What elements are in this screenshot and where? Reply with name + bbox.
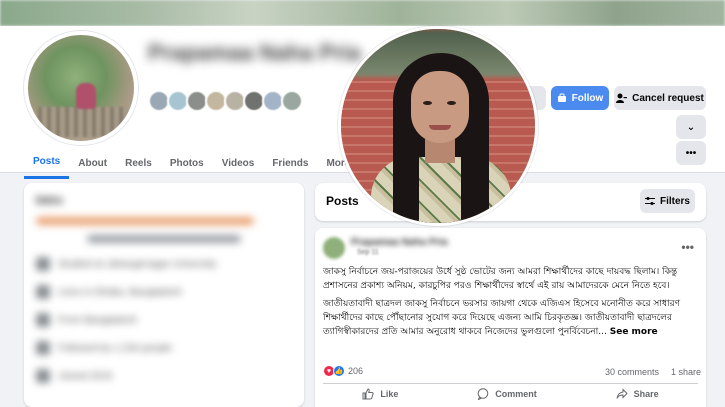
follow-button[interactable]: Follow: [551, 86, 609, 110]
like-reaction-icon: 👍: [333, 365, 345, 377]
more-dots-icon: •••: [685, 147, 697, 159]
share-button[interactable]: Share: [616, 388, 659, 400]
intro-row-text: Joined 2015: [58, 370, 113, 382]
post-author-avatar[interactable]: [323, 237, 345, 259]
person-remove-icon: [616, 93, 628, 103]
profile-name[interactable]: Prapamaa Naha Pria: [148, 40, 361, 66]
post-options-icon[interactable]: •••: [681, 240, 694, 254]
post-body: জাকসু নির্বাচনে জয়-পরাজয়ের উর্ধে সুষ্ঠ…: [323, 265, 701, 343]
portrait-clothing: [371, 157, 511, 223]
portrait-mouth: [429, 125, 451, 130]
intro-heading: Intro: [36, 193, 63, 207]
reaction-summary[interactable]: ♥ 👍 206: [323, 365, 363, 377]
avatar-railway-track: [38, 107, 128, 137]
post-timestamp[interactable]: Sep 11: [357, 249, 379, 256]
filters-button[interactable]: Filters: [640, 189, 695, 213]
like-label: Like: [380, 389, 399, 399]
intro-blurred-content: Intro Studied at Jahangirnagar Universit…: [24, 183, 304, 407]
intro-row-icon: [36, 341, 50, 355]
comments-count[interactable]: 30 comments: [605, 367, 659, 377]
chevron-down-icon: ⌄: [686, 121, 696, 133]
mutual-friends-row[interactable]: [148, 90, 303, 112]
portrait-face: [411, 71, 469, 143]
intro-row: Followed by 1,234 people: [36, 341, 292, 355]
tab-posts[interactable]: Posts: [24, 147, 70, 179]
post-paragraph-2: জাতীয়তাবাদী ছাত্রদল জাকসু নির্বাচনে ভরস…: [323, 297, 701, 339]
intro-row-text: Followed by 1,234 people: [58, 342, 172, 354]
portrait-photo: [338, 26, 538, 226]
comment-button[interactable]: Comment: [477, 388, 537, 400]
post-paragraph-1: জাকসু নির্বাচনে জয়-পরাজয়ের উর্ধে সুষ্ঠ…: [323, 267, 678, 291]
share-label: Share: [633, 389, 659, 399]
portrait-eye-right: [447, 101, 456, 105]
filters-label: Filters: [659, 195, 690, 207]
intro-row: Studied at Jahangirnagar University: [36, 257, 292, 271]
like-button[interactable]: Like: [362, 388, 398, 400]
tab-photos[interactable]: Photos: [161, 147, 213, 179]
intro-panel: Intro Studied at Jahangirnagar Universit…: [24, 183, 304, 407]
intro-row-icon: [36, 369, 50, 383]
reaction-count: 206: [348, 366, 364, 376]
comment-label: Comment: [495, 389, 537, 399]
see-more-link[interactable]: See more: [610, 327, 658, 337]
intro-row-icon: [36, 285, 50, 299]
chevron-down-button[interactable]: ⌄: [676, 115, 706, 139]
intro-row-text: Studied at Jahangirnagar University: [58, 258, 217, 270]
tab-friends[interactable]: Friends: [263, 147, 317, 179]
portrait-eye-left: [423, 101, 432, 105]
tabs-more-button[interactable]: •••: [676, 141, 706, 165]
follow-label: Follow: [571, 92, 604, 104]
profile-tabs: Posts About Reels Photos Videos Friends More: [24, 147, 359, 181]
intro-row: From Bangladesh: [36, 313, 292, 327]
intro-row-icon: [36, 313, 50, 327]
friend-avatar[interactable]: [281, 90, 303, 112]
profile-avatar[interactable]: [24, 31, 138, 145]
intro-row-icon: [36, 257, 50, 271]
post-action-bar: Like Comment Share: [323, 383, 698, 400]
avatar-figure: [76, 83, 96, 109]
tab-about[interactable]: About: [69, 147, 116, 179]
intro-row: Lives in Dhaka, Bangladesh: [36, 285, 292, 299]
intro-bio-line: [36, 217, 254, 225]
intro-row-text: From Bangladesh: [58, 314, 137, 326]
cancel-request-button[interactable]: Cancel request: [614, 86, 706, 110]
intro-bio-line: [87, 235, 241, 243]
post-author-name[interactable]: Prapamaa Naha Pria: [351, 237, 448, 248]
cover-photo: [0, 0, 725, 26]
intro-row: Joined 2015: [36, 369, 292, 383]
tab-reels[interactable]: Reels: [116, 147, 161, 179]
cancel-request-label: Cancel request: [632, 92, 704, 104]
share-arrow-icon: [616, 388, 628, 399]
comment-bubble-icon: [477, 388, 489, 400]
thumbs-up-icon: [362, 388, 375, 400]
tab-videos[interactable]: Videos: [213, 147, 264, 179]
filters-icon: [644, 196, 655, 205]
post-card: Prapamaa Naha Pria Sep 11 ••• জাকসু নির্…: [315, 228, 706, 407]
intro-row-text: Lives in Dhaka, Bangladesh: [58, 286, 182, 298]
follow-icon: [557, 93, 566, 102]
shares-count[interactable]: 1 share: [671, 367, 701, 377]
